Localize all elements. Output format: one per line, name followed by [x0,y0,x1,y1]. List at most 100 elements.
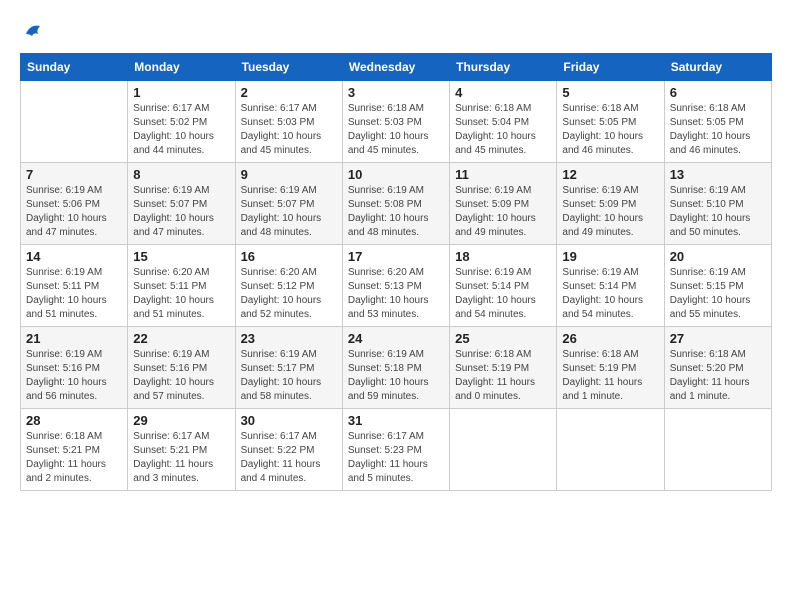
day-info: Sunrise: 6:19 AMSunset: 5:14 PMDaylight:… [455,266,551,322]
day-number: 10 [348,167,444,182]
day-number: 14 [26,249,122,264]
calendar-week-3: 14 Sunrise: 6:19 AMSunset: 5:11 PMDayligh… [21,244,772,326]
day-number: 18 [455,249,551,264]
day-number: 31 [348,413,444,428]
calendar-cell: 2 Sunrise: 6:17 AMSunset: 5:03 PMDaylight… [235,80,342,162]
calendar-week-2: 7 Sunrise: 6:19 AMSunset: 5:06 PMDaylight… [21,162,772,244]
day-info: Sunrise: 6:18 AMSunset: 5:19 PMDaylight:… [562,348,658,404]
calendar-cell: 8 Sunrise: 6:19 AMSunset: 5:07 PMDaylight… [128,162,235,244]
day-info: Sunrise: 6:17 AMSunset: 5:02 PMDaylight:… [133,102,229,158]
day-info: Sunrise: 6:19 AMSunset: 5:06 PMDaylight:… [26,184,122,240]
day-info: Sunrise: 6:18 AMSunset: 5:04 PMDaylight:… [455,102,551,158]
day-info: Sunrise: 6:18 AMSunset: 5:05 PMDaylight:… [670,102,766,158]
day-info: Sunrise: 6:20 AMSunset: 5:13 PMDaylight:… [348,266,444,322]
calendar-cell [557,408,664,490]
calendar-header-thursday: Thursday [450,53,557,80]
day-info: Sunrise: 6:19 AMSunset: 5:09 PMDaylight:… [562,184,658,240]
day-number: 1 [133,85,229,100]
day-number: 22 [133,331,229,346]
day-info: Sunrise: 6:17 AMSunset: 5:03 PMDaylight:… [241,102,337,158]
calendar-week-1: 1 Sunrise: 6:17 AMSunset: 5:02 PMDaylight… [21,80,772,162]
calendar-cell: 19 Sunrise: 6:19 AMSunset: 5:14 PMDayligh… [557,244,664,326]
day-info: Sunrise: 6:17 AMSunset: 5:23 PMDaylight:… [348,430,444,486]
calendar-cell: 31 Sunrise: 6:17 AMSunset: 5:23 PMDayligh… [342,408,449,490]
calendar-cell: 20 Sunrise: 6:19 AMSunset: 5:15 PMDayligh… [664,244,771,326]
day-info: Sunrise: 6:18 AMSunset: 5:19 PMDaylight:… [455,348,551,404]
calendar-cell: 9 Sunrise: 6:19 AMSunset: 5:07 PMDaylight… [235,162,342,244]
day-info: Sunrise: 6:19 AMSunset: 5:10 PMDaylight:… [670,184,766,240]
day-number: 19 [562,249,658,264]
calendar-cell: 18 Sunrise: 6:19 AMSunset: 5:14 PMDayligh… [450,244,557,326]
calendar-cell: 7 Sunrise: 6:19 AMSunset: 5:06 PMDaylight… [21,162,128,244]
day-info: Sunrise: 6:19 AMSunset: 5:08 PMDaylight:… [348,184,444,240]
calendar-header-friday: Friday [557,53,664,80]
day-number: 2 [241,85,337,100]
day-info: Sunrise: 6:19 AMSunset: 5:15 PMDaylight:… [670,266,766,322]
day-number: 6 [670,85,766,100]
day-number: 15 [133,249,229,264]
calendar-cell: 6 Sunrise: 6:18 AMSunset: 5:05 PMDaylight… [664,80,771,162]
day-info: Sunrise: 6:17 AMSunset: 5:21 PMDaylight:… [133,430,229,486]
calendar-cell: 5Sunrise: 6:18 AMSunset: 5:05 PMDaylight… [557,80,664,162]
page-header [20,20,772,43]
day-number: 25 [455,331,551,346]
day-info: Sunrise: 6:19 AMSunset: 5:14 PMDaylight:… [562,266,658,322]
calendar-cell: 21Sunrise: 6:19 AMSunset: 5:16 PMDayligh… [21,326,128,408]
day-info: Sunrise: 6:19 AMSunset: 5:07 PMDaylight:… [241,184,337,240]
day-number: 28 [26,413,122,428]
calendar-cell: 1 Sunrise: 6:17 AMSunset: 5:02 PMDaylight… [128,80,235,162]
day-info: Sunrise: 6:19 AMSunset: 5:09 PMDaylight:… [455,184,551,240]
calendar-header-row: SundayMondayTuesdayWednesdayThursdayFrid… [21,53,772,80]
day-info: Sunrise: 6:18 AMSunset: 5:03 PMDaylight:… [348,102,444,158]
calendar-header-wednesday: Wednesday [342,53,449,80]
calendar-cell: 29 Sunrise: 6:17 AMSunset: 5:21 PMDayligh… [128,408,235,490]
day-number: 29 [133,413,229,428]
calendar-header-sunday: Sunday [21,53,128,80]
day-number: 4 [455,85,551,100]
day-number: 3 [348,85,444,100]
calendar-cell: 30Sunrise: 6:17 AMSunset: 5:22 PMDayligh… [235,408,342,490]
day-number: 23 [241,331,337,346]
calendar-cell: 3 Sunrise: 6:18 AMSunset: 5:03 PMDaylight… [342,80,449,162]
day-info: Sunrise: 6:18 AMSunset: 5:05 PMDaylight:… [562,102,658,158]
day-info: Sunrise: 6:18 AMSunset: 5:21 PMDaylight:… [26,430,122,486]
calendar-week-4: 21 Sunrise: 6:19 AMSunset: 5:16 PMDayligh… [21,326,772,408]
day-number: 21 [26,331,122,346]
calendar-cell: 26 Sunrise: 6:18 AMSunset: 5:19 PMDayligh… [557,326,664,408]
day-number: 7 [26,167,122,182]
calendar-header-monday: Monday [128,53,235,80]
day-number: 12 [562,167,658,182]
day-number: 11 [455,167,551,182]
day-number: 26 [562,331,658,346]
day-number: 20 [670,249,766,264]
day-number: 8 [133,167,229,182]
calendar-cell [664,408,771,490]
day-info: Sunrise: 6:19 AMSunset: 5:07 PMDaylight:… [133,184,229,240]
day-number: 27 [670,331,766,346]
day-number: 17 [348,249,444,264]
day-info: Sunrise: 6:20 AMSunset: 5:11 PMDaylight:… [133,266,229,322]
calendar-cell: 4 Sunrise: 6:18 AMSunset: 5:04 PMDaylight… [450,80,557,162]
day-number: 16 [241,249,337,264]
day-info: Sunrise: 6:19 AMSunset: 5:11 PMDaylight:… [26,266,122,322]
calendar-header-saturday: Saturday [664,53,771,80]
calendar-cell: 10 Sunrise: 6:19 AMSunset: 5:08 PMDayligh… [342,162,449,244]
day-number: 24 [348,331,444,346]
calendar-cell: 17 Sunrise: 6:20 AMSunset: 5:13 PMDayligh… [342,244,449,326]
day-info: Sunrise: 6:19 AMSunset: 5:16 PMDaylight:… [133,348,229,404]
day-info: Sunrise: 6:17 AMSunset: 5:22 PMDaylight:… [241,430,337,486]
calendar-cell [21,80,128,162]
calendar-header-tuesday: Tuesday [235,53,342,80]
day-info: Sunrise: 6:20 AMSunset: 5:12 PMDaylight:… [241,266,337,322]
calendar-body: 1 Sunrise: 6:17 AMSunset: 5:02 PMDaylight… [21,80,772,490]
calendar-week-5: 28 Sunrise: 6:18 AMSunset: 5:21 PMDayligh… [21,408,772,490]
calendar-cell: 22 Sunrise: 6:19 AMSunset: 5:16 PMDayligh… [128,326,235,408]
calendar-cell: 24Sunrise: 6:19 AMSunset: 5:18 PMDayligh… [342,326,449,408]
calendar-cell: 12 Sunrise: 6:19 AMSunset: 5:09 PMDayligh… [557,162,664,244]
day-info: Sunrise: 6:18 AMSunset: 5:20 PMDaylight:… [670,348,766,404]
day-number: 13 [670,167,766,182]
day-number: 9 [241,167,337,182]
calendar-cell: 27 Sunrise: 6:18 AMSunset: 5:20 PMDayligh… [664,326,771,408]
day-info: Sunrise: 6:19 AMSunset: 5:17 PMDaylight:… [241,348,337,404]
logo-bird-icon [22,20,44,43]
